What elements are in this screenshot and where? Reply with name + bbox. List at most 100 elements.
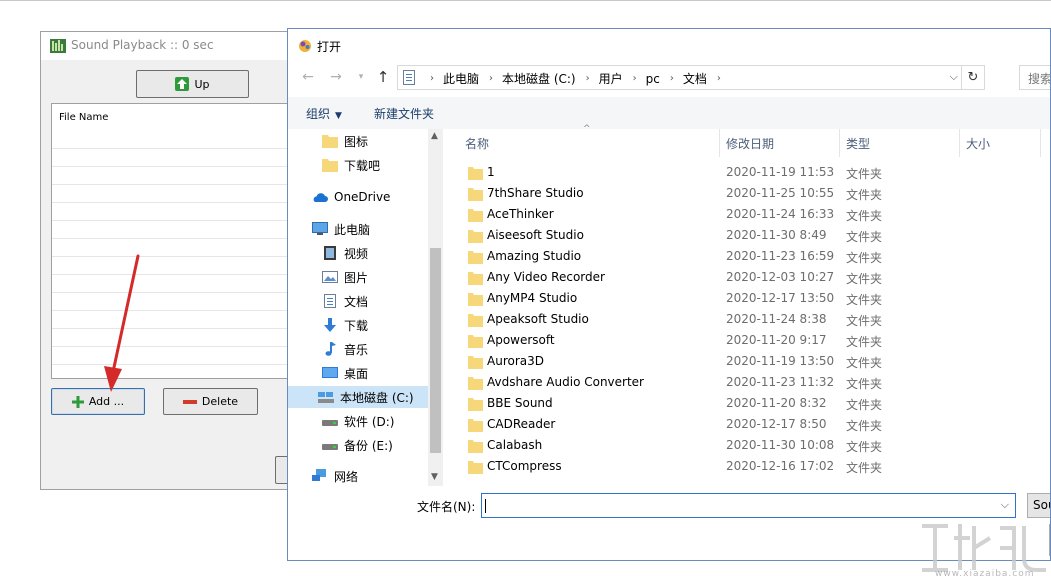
breadcrumb-separator-icon[interactable]: › — [717, 73, 721, 84]
table-row[interactable]: Amazing Studio 2020-11-23 16:59 文件夹 — [443, 247, 1050, 268]
table-row[interactable]: AnyMP4 Studio 2020-12-17 13:50 文件夹 — [443, 289, 1050, 310]
nav-item-label: OneDrive — [334, 190, 391, 204]
nav-item-desktop[interactable]: 桌面 — [288, 362, 443, 384]
navigation-pane-scrollbar[interactable]: ▲ ▼ — [428, 129, 443, 486]
table-row[interactable]: Calabash 2020-11-30 10:08 文件夹 — [443, 436, 1050, 457]
file-type: 文件夹 — [846, 356, 883, 370]
table-row[interactable]: CADReader 2020-12-17 8:50 文件夹 — [443, 415, 1050, 436]
delete-button[interactable]: Delete — [163, 388, 258, 415]
nav-item-documents[interactable]: 文档 — [288, 290, 443, 312]
organize-menu[interactable]: 组织 ▼ — [306, 105, 342, 122]
list-row-divider — [52, 202, 310, 203]
table-row[interactable]: BBE Sound 2020-11-20 8:32 文件夹 — [443, 394, 1050, 415]
filename-label: 文件名(N): — [417, 500, 476, 514]
nav-item-onedrive[interactable]: OneDrive — [288, 186, 443, 208]
new-folder-button[interactable]: 新建文件夹 — [374, 105, 434, 122]
nav-item-label: 图片 — [344, 270, 369, 285]
folder-icon — [322, 159, 338, 172]
add-button-label: Add ... — [88, 395, 125, 408]
document-icon — [403, 70, 415, 85]
music-icon — [325, 342, 336, 356]
folder-icon — [468, 167, 483, 180]
file-list-view: 1 2020-11-19 11:53 文件夹 7thShare Studio 2020… — [443, 163, 1050, 479]
breadcrumb-item[interactable]: 此电脑 — [443, 70, 479, 87]
drive-c-icon — [318, 392, 334, 403]
top-border-line — [0, 0, 1051, 1]
file-list-header: ^ 名称 修改日期 类型 大小 — [443, 124, 1050, 157]
nav-item-label: 视频 — [344, 246, 369, 261]
add-button[interactable]: Add ... — [51, 388, 145, 415]
table-row[interactable]: Any Video Recorder 2020-12-03 10:27 文件夹 — [443, 268, 1050, 289]
column-header-date-modified[interactable]: 修改日期 — [720, 129, 840, 157]
table-row[interactable]: AceThinker 2020-11-24 16:33 文件夹 — [443, 205, 1050, 226]
column-header-size[interactable]: 大小 — [960, 129, 1041, 157]
file-date: 2020-11-24 16:33 — [726, 207, 835, 221]
nav-item-backup-e[interactable]: 备份 (E:) — [288, 434, 443, 456]
breadcrumb-item[interactable]: 用户 — [599, 70, 623, 87]
nav-item-network[interactable]: 网络 — [288, 465, 443, 486]
file-list[interactable]: File Name — [51, 103, 311, 379]
nav-item-label: 文档 — [344, 294, 369, 309]
breadcrumb-separator-icon[interactable]: › — [489, 73, 493, 84]
refresh-icon[interactable]: ↻ — [961, 66, 984, 89]
nav-item-label: 备份 (E:) — [344, 438, 393, 453]
column-header-name[interactable]: 名称 — [459, 129, 720, 157]
search-input[interactable]: 搜索 — [1019, 65, 1050, 90]
column-header-type[interactable]: 类型 — [840, 129, 960, 157]
table-row[interactable]: Aiseesoft Studio 2020-11-30 8:49 文件夹 — [443, 226, 1050, 247]
file-date: 2020-12-16 17:02 — [726, 459, 835, 473]
nav-item-music[interactable]: 音乐 — [288, 338, 443, 360]
up-button[interactable]: Up — [136, 70, 249, 98]
list-row-divider — [52, 238, 310, 239]
table-row[interactable]: 7thShare Studio 2020-11-25 10:55 文件夹 — [443, 184, 1050, 205]
table-row[interactable]: Apeaksoft Studio 2020-11-24 8:38 文件夹 — [443, 310, 1050, 331]
file-type: 文件夹 — [846, 419, 883, 433]
file-date: 2020-12-17 13:50 — [726, 291, 835, 305]
filename-input[interactable]: ⌵ — [481, 493, 1016, 518]
table-row[interactable]: Apowersoft 2020-11-20 9:17 文件夹 — [443, 331, 1050, 352]
nav-item-videos[interactable]: 视频 — [288, 242, 443, 264]
table-row[interactable]: Aurora3D 2020-11-19 13:50 文件夹 — [443, 352, 1050, 373]
file-name: CADReader — [487, 417, 556, 431]
back-arrow-icon[interactable]: ← — [300, 68, 316, 86]
breadcrumb-item[interactable]: pc — [646, 72, 660, 86]
address-bar[interactable]: › 此电脑 › 本地磁盘 (C:) › 用户 › pc › 文档 › ⌵ ↻ — [397, 65, 985, 90]
file-type: 文件夹 — [846, 209, 883, 223]
folder-icon — [468, 377, 483, 390]
breadcrumb-item[interactable]: 文档 — [683, 70, 707, 87]
nav-item-local-disk-c[interactable]: 本地磁盘 (C:) — [288, 386, 443, 408]
table-row[interactable]: 1 2020-11-19 11:53 文件夹 — [443, 163, 1050, 184]
table-row[interactable]: CTCompress 2020-12-16 17:02 文件夹 — [443, 457, 1050, 478]
window-title: Sound Playback :: 0 sec — [71, 38, 214, 52]
file-date: 2020-11-30 10:08 — [726, 438, 835, 452]
nav-item-icons-folder[interactable]: 图标 — [288, 130, 443, 152]
filename-dropdown-chevron-icon[interactable]: ⌵ — [1001, 498, 1009, 512]
organize-label: 组织 — [306, 107, 331, 121]
table-row[interactable]: Avdshare Audio Converter 2020-11-23 11:32… — [443, 373, 1050, 394]
scroll-down-arrow-icon[interactable]: ▼ — [431, 472, 438, 482]
list-row-divider — [52, 310, 310, 311]
nav-item-pictures[interactable]: 图片 — [288, 266, 443, 288]
scroll-up-arrow-icon[interactable]: ▲ — [431, 131, 438, 141]
file-name: Calabash — [487, 438, 543, 452]
nav-item-label: 音乐 — [344, 342, 369, 357]
nav-item-label: 下载吧 — [344, 158, 381, 173]
scrollbar-thumb[interactable] — [430, 248, 441, 453]
file-type-filter[interactable]: Sou — [1027, 493, 1050, 518]
breadcrumb-separator-icon[interactable]: › — [586, 73, 590, 84]
nav-item-xiazaiba-folder[interactable]: 下载吧 — [288, 154, 443, 176]
up-button-label: Up — [194, 77, 210, 91]
document-icon — [324, 294, 336, 308]
nav-item-this-pc[interactable]: 此电脑 — [288, 218, 443, 240]
forward-arrow-icon[interactable]: → — [328, 68, 344, 86]
address-dropdown-chevron-icon[interactable]: ⌵ — [950, 70, 958, 84]
nav-item-software-d[interactable]: 软件 (D:) — [288, 410, 443, 432]
breadcrumb-item[interactable]: 本地磁盘 (C:) — [502, 70, 576, 87]
nav-item-downloads[interactable]: 下载 — [288, 314, 443, 336]
breadcrumb-separator-icon[interactable]: › — [670, 73, 674, 84]
up-level-arrow-icon[interactable]: ↑ — [375, 68, 391, 86]
cloud-icon — [313, 193, 328, 202]
recent-locations-chevron-icon[interactable]: ▾ — [353, 68, 369, 86]
file-name: 1 — [487, 165, 495, 179]
breadcrumb-separator-icon[interactable]: › — [633, 73, 637, 84]
